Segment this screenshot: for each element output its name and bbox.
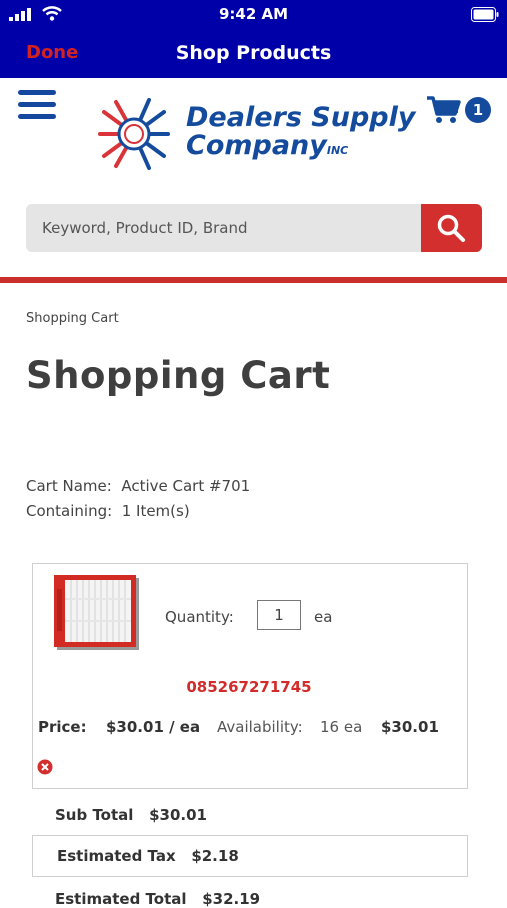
subtotal-row: Sub Total $30.01 [55, 806, 207, 824]
tax-value: $2.18 [191, 847, 239, 865]
price-value: $30.01 / ea [106, 718, 201, 736]
availability-label: Availability: [217, 718, 303, 736]
price-label: Price: [38, 718, 87, 736]
product-image[interactable] [54, 575, 140, 652]
quantity-input[interactable] [257, 600, 301, 630]
nav-title: Shop Products [175, 42, 332, 64]
total-value: $32.19 [202, 890, 261, 908]
quantity-label: Quantity: [165, 608, 234, 626]
status-bar: 9:42 AM [0, 0, 507, 30]
cart-icon[interactable] [426, 95, 462, 125]
containing-value: 1 Item(s) [121, 502, 190, 520]
menu-icon[interactable] [18, 90, 58, 122]
company-logo[interactable]: Dealers Supply CompanyINC [94, 94, 416, 174]
header-divider [0, 277, 507, 283]
breadcrumb[interactable]: Shopping Cart [26, 311, 119, 326]
cart-count-badge[interactable]: 1 [465, 97, 491, 123]
estimated-total-row: Estimated Total $32.19 [55, 890, 260, 908]
cart-containing-row: Containing: 1 Item(s) [26, 502, 190, 520]
availability-value: 16 ea [320, 718, 363, 736]
search-button[interactable] [421, 204, 482, 252]
page-title: Shopping Cart [26, 354, 331, 397]
navigation-bar: Done Shop Products [0, 30, 507, 78]
total-label: Estimated Total [55, 890, 187, 908]
subtotal-label: Sub Total [55, 806, 134, 824]
cart-name-value: Active Cart #701 [121, 477, 251, 495]
logo-inc: INC [326, 144, 349, 157]
product-part-number-link[interactable]: 085267271745 [0, 678, 498, 696]
logo-line-2: CompanyINC [186, 130, 348, 161]
snowflake-sun-logo-icon [98, 98, 170, 170]
subtotal-value: $30.01 [149, 806, 207, 824]
battery-icon [471, 7, 499, 22]
line-total: $30.01 [381, 718, 439, 736]
status-time: 9:42 AM [218, 5, 289, 23]
tax-label: Estimated Tax [57, 847, 176, 865]
cart-name-row: Cart Name: Active Cart #701 [26, 477, 250, 495]
logo-line-1: Dealers Supply [186, 102, 416, 133]
cart-name-label: Cart Name: [26, 477, 112, 495]
logo-line-2-text: Company [186, 130, 327, 161]
search-input[interactable] [26, 204, 422, 252]
remove-item-icon[interactable] [37, 759, 53, 775]
tax-row: Estimated Tax $2.18 [57, 847, 239, 865]
containing-label: Containing: [26, 502, 113, 520]
quantity-unit: ea [314, 608, 333, 626]
search-icon [437, 214, 465, 242]
